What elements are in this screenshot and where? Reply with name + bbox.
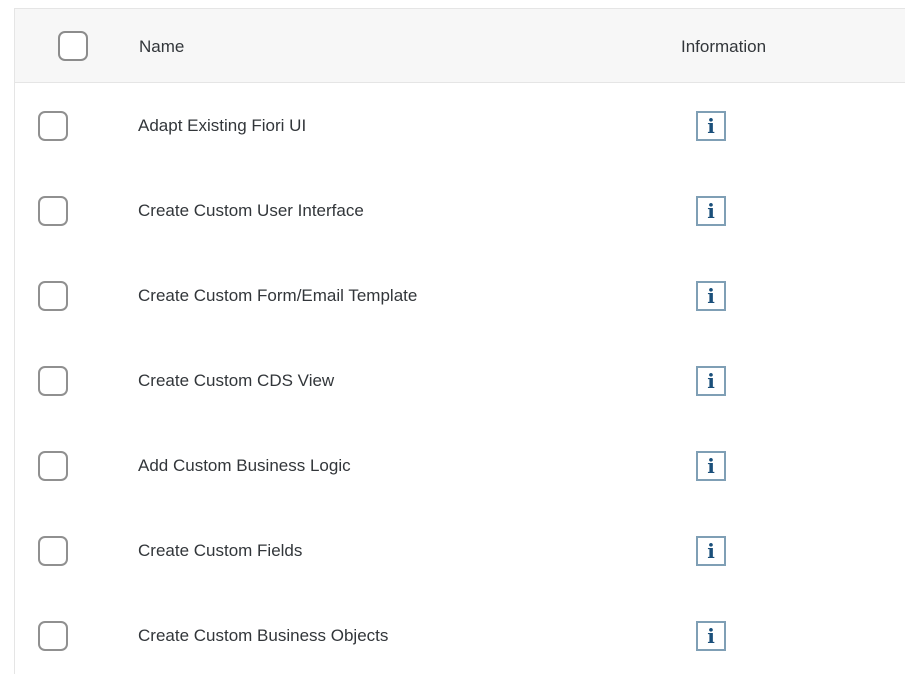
row-info-cell: i — [696, 508, 726, 593]
row-checkbox[interactable] — [38, 280, 68, 311]
select-all-cell — [43, 9, 103, 82]
row-checkbox[interactable] — [38, 450, 68, 481]
row-select-cell — [15, 338, 91, 423]
info-icon[interactable]: i — [696, 110, 726, 141]
column-header-name[interactable]: Name — [139, 9, 184, 84]
info-icon[interactable]: i — [696, 450, 726, 481]
table: Name Information Adapt Existing Fiori UI… — [14, 8, 905, 674]
row-info-cell: i — [696, 253, 726, 338]
info-icon[interactable]: i — [696, 280, 726, 311]
info-icon[interactable]: i — [696, 620, 726, 651]
row-select-cell — [15, 253, 91, 338]
row-info-cell: i — [696, 593, 726, 678]
info-icon[interactable]: i — [696, 365, 726, 396]
row-name: Adapt Existing Fiori UI — [138, 115, 307, 135]
table-header: Name Information — [15, 8, 905, 83]
row-info-cell: i — [696, 338, 726, 423]
row-checkbox[interactable] — [38, 535, 68, 566]
row-select-cell — [15, 423, 91, 508]
table-row[interactable]: Create Custom Business Objects i — [15, 593, 905, 678]
info-icon[interactable]: i — [696, 535, 726, 566]
info-icon[interactable]: i — [696, 195, 726, 226]
row-name: Create Custom Fields — [138, 540, 303, 560]
row-info-cell: i — [696, 423, 726, 508]
row-select-cell — [15, 593, 91, 678]
row-select-cell — [15, 508, 91, 593]
row-info-cell: i — [696, 83, 726, 168]
table-row[interactable]: Create Custom Form/Email Template i — [15, 253, 905, 338]
table-row[interactable]: Create Custom CDS View i — [15, 338, 905, 423]
row-checkbox[interactable] — [38, 620, 68, 651]
row-name: Create Custom User Interface — [138, 200, 364, 220]
row-name: Create Custom Form/Email Template — [138, 285, 418, 305]
table-row[interactable]: Create Custom User Interface i — [15, 168, 905, 253]
column-header-information[interactable]: Information — [681, 9, 766, 84]
table-row[interactable]: Create Custom Fields i — [15, 508, 905, 593]
row-checkbox[interactable] — [38, 195, 68, 226]
row-name: Create Custom Business Objects — [138, 625, 389, 645]
table-row[interactable]: Add Custom Business Logic i — [15, 423, 905, 508]
row-checkbox[interactable] — [38, 110, 68, 141]
row-checkbox[interactable] — [38, 365, 68, 396]
row-select-cell — [15, 168, 91, 253]
select-all-checkbox[interactable] — [58, 30, 88, 61]
table-row[interactable]: Adapt Existing Fiori UI i — [15, 83, 905, 168]
row-name: Create Custom CDS View — [138, 370, 335, 390]
row-select-cell — [15, 83, 91, 168]
row-name: Add Custom Business Logic — [138, 455, 351, 475]
row-info-cell: i — [696, 168, 726, 253]
